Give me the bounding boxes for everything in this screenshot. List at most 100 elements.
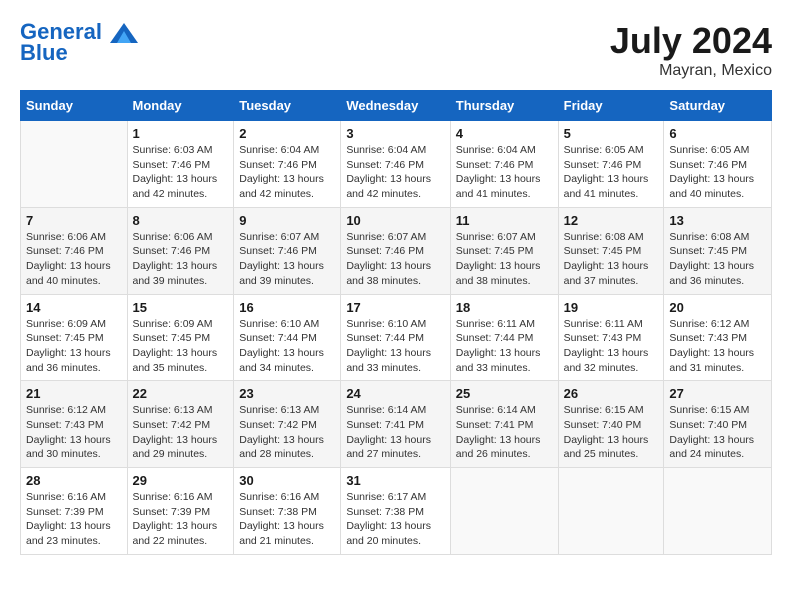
calendar-cell: 31 Sunrise: 6:17 AM Sunset: 7:38 PM Dayl… — [341, 468, 450, 555]
sunset: Sunset: 7:46 PM — [133, 245, 211, 257]
calendar-cell: 22 Sunrise: 6:13 AM Sunset: 7:42 PM Dayl… — [127, 381, 234, 468]
calendar-cell: 23 Sunrise: 6:13 AM Sunset: 7:42 PM Dayl… — [234, 381, 341, 468]
sunset: Sunset: 7:45 PM — [133, 332, 211, 344]
sunrise: Sunrise: 6:04 AM — [346, 144, 426, 156]
daylight: Daylight: 13 hours and 31 minutes. — [669, 347, 754, 374]
day-info: Sunrise: 6:10 AM Sunset: 7:44 PM Dayligh… — [346, 317, 444, 376]
daylight: Daylight: 13 hours and 24 minutes. — [669, 434, 754, 461]
daylight: Daylight: 13 hours and 38 minutes. — [456, 260, 541, 287]
day-info: Sunrise: 6:12 AM Sunset: 7:43 PM Dayligh… — [26, 403, 122, 462]
day-number: 26 — [564, 386, 659, 401]
sunrise: Sunrise: 6:05 AM — [564, 144, 644, 156]
sunrise: Sunrise: 6:11 AM — [456, 318, 535, 330]
sunset: Sunset: 7:41 PM — [346, 419, 424, 431]
day-number: 16 — [239, 300, 335, 315]
calendar-cell — [664, 468, 772, 555]
day-info: Sunrise: 6:14 AM Sunset: 7:41 PM Dayligh… — [456, 403, 553, 462]
day-number: 4 — [456, 126, 553, 141]
day-info: Sunrise: 6:07 AM Sunset: 7:46 PM Dayligh… — [239, 230, 335, 289]
day-info: Sunrise: 6:07 AM Sunset: 7:46 PM Dayligh… — [346, 230, 444, 289]
day-info: Sunrise: 6:16 AM Sunset: 7:38 PM Dayligh… — [239, 490, 335, 549]
col-tuesday: Tuesday — [234, 91, 341, 121]
col-wednesday: Wednesday — [341, 91, 450, 121]
daylight: Daylight: 13 hours and 27 minutes. — [346, 434, 431, 461]
sunset: Sunset: 7:45 PM — [456, 245, 534, 257]
day-number: 11 — [456, 213, 553, 228]
day-info: Sunrise: 6:08 AM Sunset: 7:45 PM Dayligh… — [564, 230, 659, 289]
day-info: Sunrise: 6:06 AM Sunset: 7:46 PM Dayligh… — [133, 230, 229, 289]
sunset: Sunset: 7:38 PM — [239, 506, 317, 518]
daylight: Daylight: 13 hours and 41 minutes. — [456, 173, 541, 200]
sunrise: Sunrise: 6:09 AM — [26, 318, 106, 330]
day-info: Sunrise: 6:10 AM Sunset: 7:44 PM Dayligh… — [239, 317, 335, 376]
sunset: Sunset: 7:46 PM — [26, 245, 104, 257]
sunset: Sunset: 7:45 PM — [669, 245, 747, 257]
calendar-cell: 12 Sunrise: 6:08 AM Sunset: 7:45 PM Dayl… — [558, 207, 664, 294]
calendar-cell: 18 Sunrise: 6:11 AM Sunset: 7:44 PM Dayl… — [450, 294, 558, 381]
week-row-0: 1 Sunrise: 6:03 AM Sunset: 7:46 PM Dayli… — [21, 121, 772, 208]
sunset: Sunset: 7:40 PM — [564, 419, 642, 431]
calendar-cell: 10 Sunrise: 6:07 AM Sunset: 7:46 PM Dayl… — [341, 207, 450, 294]
sunrise: Sunrise: 6:08 AM — [669, 231, 749, 243]
daylight: Daylight: 13 hours and 34 minutes. — [239, 347, 324, 374]
sunrise: Sunrise: 6:07 AM — [239, 231, 319, 243]
sunrise: Sunrise: 6:06 AM — [26, 231, 106, 243]
week-row-3: 21 Sunrise: 6:12 AM Sunset: 7:43 PM Dayl… — [21, 381, 772, 468]
week-row-2: 14 Sunrise: 6:09 AM Sunset: 7:45 PM Dayl… — [21, 294, 772, 381]
sunrise: Sunrise: 6:17 AM — [346, 491, 426, 503]
col-thursday: Thursday — [450, 91, 558, 121]
day-number: 18 — [456, 300, 553, 315]
day-info: Sunrise: 6:12 AM Sunset: 7:43 PM Dayligh… — [669, 317, 766, 376]
day-info: Sunrise: 6:06 AM Sunset: 7:46 PM Dayligh… — [26, 230, 122, 289]
daylight: Daylight: 13 hours and 25 minutes. — [564, 434, 649, 461]
calendar-cell: 17 Sunrise: 6:10 AM Sunset: 7:44 PM Dayl… — [341, 294, 450, 381]
day-number: 23 — [239, 386, 335, 401]
sunrise: Sunrise: 6:10 AM — [239, 318, 319, 330]
sunset: Sunset: 7:46 PM — [133, 159, 211, 171]
sunrise: Sunrise: 6:07 AM — [346, 231, 426, 243]
day-info: Sunrise: 6:09 AM Sunset: 7:45 PM Dayligh… — [133, 317, 229, 376]
calendar-cell — [21, 121, 128, 208]
calendar-cell: 24 Sunrise: 6:14 AM Sunset: 7:41 PM Dayl… — [341, 381, 450, 468]
col-monday: Monday — [127, 91, 234, 121]
sunset: Sunset: 7:44 PM — [456, 332, 534, 344]
calendar-cell: 1 Sunrise: 6:03 AM Sunset: 7:46 PM Dayli… — [127, 121, 234, 208]
day-info: Sunrise: 6:13 AM Sunset: 7:42 PM Dayligh… — [239, 403, 335, 462]
day-number: 27 — [669, 386, 766, 401]
daylight: Daylight: 13 hours and 42 minutes. — [346, 173, 431, 200]
logo: General Blue — [20, 20, 138, 66]
sunrise: Sunrise: 6:16 AM — [239, 491, 319, 503]
day-number: 30 — [239, 473, 335, 488]
calendar-cell: 25 Sunrise: 6:14 AM Sunset: 7:41 PM Dayl… — [450, 381, 558, 468]
day-number: 10 — [346, 213, 444, 228]
calendar-cell: 15 Sunrise: 6:09 AM Sunset: 7:45 PM Dayl… — [127, 294, 234, 381]
sunrise: Sunrise: 6:15 AM — [669, 404, 749, 416]
day-number: 15 — [133, 300, 229, 315]
daylight: Daylight: 13 hours and 40 minutes. — [26, 260, 111, 287]
sunset: Sunset: 7:39 PM — [133, 506, 211, 518]
day-number: 29 — [133, 473, 229, 488]
sunrise: Sunrise: 6:16 AM — [26, 491, 106, 503]
calendar-cell: 7 Sunrise: 6:06 AM Sunset: 7:46 PM Dayli… — [21, 207, 128, 294]
calendar-cell: 11 Sunrise: 6:07 AM Sunset: 7:45 PM Dayl… — [450, 207, 558, 294]
daylight: Daylight: 13 hours and 42 minutes. — [239, 173, 324, 200]
location: Mayran, Mexico — [610, 62, 772, 80]
col-saturday: Saturday — [664, 91, 772, 121]
day-info: Sunrise: 6:05 AM Sunset: 7:46 PM Dayligh… — [564, 143, 659, 202]
day-number: 21 — [26, 386, 122, 401]
daylight: Daylight: 13 hours and 42 minutes. — [133, 173, 218, 200]
sunrise: Sunrise: 6:13 AM — [133, 404, 213, 416]
sunset: Sunset: 7:39 PM — [26, 506, 104, 518]
sunset: Sunset: 7:43 PM — [564, 332, 642, 344]
day-number: 22 — [133, 386, 229, 401]
sunset: Sunset: 7:46 PM — [346, 245, 424, 257]
daylight: Daylight: 13 hours and 38 minutes. — [346, 260, 431, 287]
month-title: July 2024 — [610, 20, 772, 62]
calendar-cell: 21 Sunrise: 6:12 AM Sunset: 7:43 PM Dayl… — [21, 381, 128, 468]
day-info: Sunrise: 6:16 AM Sunset: 7:39 PM Dayligh… — [26, 490, 122, 549]
day-number: 20 — [669, 300, 766, 315]
sunset: Sunset: 7:43 PM — [669, 332, 747, 344]
calendar-cell: 3 Sunrise: 6:04 AM Sunset: 7:46 PM Dayli… — [341, 121, 450, 208]
daylight: Daylight: 13 hours and 20 minutes. — [346, 520, 431, 547]
sunset: Sunset: 7:42 PM — [239, 419, 317, 431]
